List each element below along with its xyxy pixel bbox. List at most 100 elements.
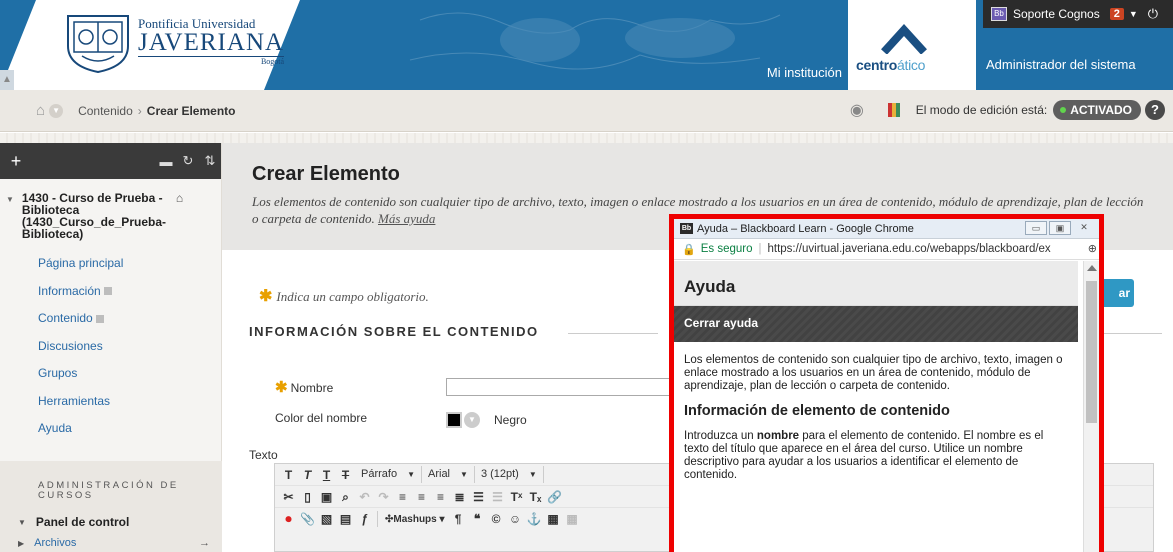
sidebar-item-discusiones[interactable]: Discusiones bbox=[0, 333, 221, 361]
home-icon[interactable]: ⌂ bbox=[36, 102, 45, 119]
chevron-down-icon[interactable]: ▼ bbox=[464, 412, 480, 428]
help-paragraph-2-pre: Introduzca un bbox=[684, 430, 757, 442]
formula-icon[interactable]: ƒ bbox=[355, 510, 374, 528]
lock-icon: 🔒 bbox=[682, 243, 696, 256]
sidebar-item-informacion[interactable]: Información bbox=[0, 278, 221, 306]
undo-icon[interactable]: ↶ bbox=[355, 488, 374, 506]
sidebar-item-pagina-principal[interactable]: Página principal bbox=[0, 250, 221, 278]
minimize-icon[interactable]: ▭ bbox=[1025, 221, 1047, 235]
quote-icon[interactable]: ❝ bbox=[468, 510, 487, 528]
redo-icon[interactable]: ↷ bbox=[374, 488, 393, 506]
section-title: INFORMACIÓN SOBRE EL CONTENIDO bbox=[249, 324, 539, 339]
size-select[interactable]: 3 (12pt) ▼ bbox=[475, 466, 544, 483]
underline-icon[interactable]: T bbox=[317, 466, 336, 484]
copyright-icon[interactable]: © bbox=[487, 510, 506, 528]
address-separator: | bbox=[758, 243, 762, 255]
refresh-icon[interactable]: ↻ bbox=[177, 153, 199, 169]
divider-strip bbox=[0, 133, 1173, 143]
more-help-link[interactable]: Más ayuda bbox=[378, 211, 435, 226]
eye-icon[interactable]: ◉ bbox=[850, 100, 864, 120]
user-name[interactable]: Soporte Cognos bbox=[1013, 7, 1100, 21]
notification-badge[interactable]: 2 bbox=[1109, 8, 1124, 20]
collapse-triangle-icon[interactable]: ▼ bbox=[6, 194, 14, 240]
bullet-list-icon[interactable]: ☰ bbox=[488, 488, 507, 506]
scrollbar-thumb[interactable] bbox=[1086, 281, 1097, 423]
emoticon-icon[interactable]: ☺ bbox=[506, 510, 525, 528]
address-bar[interactable]: 🔒 Es seguro | https://uvirtual.javeriana… bbox=[674, 239, 1099, 260]
required-star-icon: ✱ bbox=[275, 379, 288, 396]
sidebar-item-herramientas[interactable]: Herramientas bbox=[0, 388, 221, 416]
logout-icon[interactable]: ⏻ bbox=[1148, 6, 1158, 22]
find-icon[interactable]: ⌕ bbox=[336, 488, 355, 506]
cut-icon[interactable]: ✂ bbox=[279, 488, 298, 506]
align-center-icon[interactable]: ≡ bbox=[412, 488, 431, 506]
subscript-icon[interactable]: Tₓ bbox=[526, 488, 545, 506]
link-icon[interactable]: 🔗 bbox=[545, 488, 564, 506]
zoom-icon[interactable]: ⊕ bbox=[1087, 242, 1097, 255]
centro-light: ático bbox=[897, 57, 926, 73]
shield-icon bbox=[67, 15, 129, 74]
sidebar-item-grupos[interactable]: Grupos bbox=[0, 360, 221, 388]
justify-icon[interactable]: ≣ bbox=[450, 488, 469, 506]
edit-mode-label: El modo de edición está: bbox=[915, 103, 1048, 117]
close-icon[interactable]: ✕ bbox=[1073, 221, 1095, 235]
sidebar-item-contenido[interactable]: Contenido bbox=[0, 305, 221, 333]
required-star-icon: ✱ bbox=[259, 288, 273, 305]
banner-corner-tab[interactable]: ▲ bbox=[0, 70, 14, 90]
paragraph-mark-icon[interactable]: ¶ bbox=[449, 510, 468, 528]
table-props-icon[interactable]: ▦ bbox=[563, 510, 582, 528]
course-title[interactable]: ▼ 1430 - Curso de Prueba - Biblioteca (1… bbox=[6, 192, 221, 240]
bold-icon[interactable]: T bbox=[279, 466, 298, 484]
help-paragraph-2: Introduzca un nombre para el elemento de… bbox=[684, 430, 1064, 482]
chevron-down-icon[interactable]: ▼ bbox=[1129, 9, 1138, 19]
sidebar-toolbar: + ▬ ↻ ⇅ bbox=[0, 143, 221, 179]
color-swatch[interactable] bbox=[446, 412, 462, 428]
image-icon[interactable]: ▧ bbox=[317, 510, 336, 528]
add-menu-item-icon[interactable]: + bbox=[4, 151, 28, 172]
maximize-icon[interactable]: ▣ bbox=[1049, 221, 1071, 235]
help-popup-window: Bb Ayuda – Blackboard Learn - Google Chr… bbox=[669, 214, 1104, 552]
scroll-up-icon[interactable] bbox=[1087, 265, 1097, 271]
required-note-text: Indica un campo obligatorio. bbox=[276, 289, 429, 304]
name-label-text: Nombre bbox=[290, 381, 334, 395]
strikethrough-icon[interactable]: T bbox=[336, 466, 355, 484]
mashups-menu[interactable]: ✣Mashups ▾ bbox=[381, 514, 449, 525]
copy-icon[interactable]: ▯ bbox=[298, 488, 317, 506]
chevron-down-icon[interactable]: ▼ bbox=[49, 103, 64, 118]
tab-institution[interactable]: Mi institución bbox=[761, 56, 848, 90]
name-input[interactable] bbox=[446, 378, 676, 396]
close-help-button[interactable]: Cerrar ayuda bbox=[674, 306, 1078, 342]
paragraph-select[interactable]: Párrafo ▼ bbox=[355, 466, 422, 483]
control-panel-toggle[interactable]: ▼ Panel de control bbox=[18, 515, 222, 529]
submit-button[interactable]: ar bbox=[1102, 279, 1134, 307]
blackboard-icon: Bb bbox=[680, 223, 693, 234]
align-left-icon[interactable]: ≡ bbox=[393, 488, 412, 506]
font-select[interactable]: Arial ▼ bbox=[422, 466, 475, 483]
record-icon[interactable]: ⏺ bbox=[279, 510, 298, 528]
folder-view-icon[interactable]: ▬ bbox=[155, 154, 177, 169]
edit-mode-toggle[interactable]: ACTIVADO bbox=[1053, 100, 1141, 120]
sidebar-item-archivos[interactable]: ▶ Archivos → bbox=[18, 537, 222, 549]
align-right-icon[interactable]: ≡ bbox=[431, 488, 450, 506]
media-icon[interactable]: ▤ bbox=[336, 510, 355, 528]
table-icon[interactable]: ▦ bbox=[544, 510, 563, 528]
help-icon[interactable]: ? bbox=[1145, 100, 1165, 120]
attach-icon[interactable]: 📎 bbox=[298, 510, 317, 528]
logo-line-1: Pontificia Universidad bbox=[138, 15, 256, 31]
superscript-icon[interactable]: Tˣ bbox=[507, 488, 526, 506]
color-picker[interactable]: ▼ Negro bbox=[446, 412, 527, 428]
section-divider bbox=[568, 333, 658, 334]
reorder-icon[interactable]: ⇅ bbox=[199, 153, 221, 169]
paste-icon[interactable]: ▣ bbox=[317, 488, 336, 506]
anchor-icon[interactable]: ⚓ bbox=[525, 510, 544, 528]
size-select-value: 3 (12pt) bbox=[480, 468, 519, 480]
university-logo[interactable]: Pontificia Universidad JAVERIANA Bogotá bbox=[62, 8, 285, 74]
numbered-list-icon[interactable]: ☰ bbox=[469, 488, 488, 506]
theme-palette-icon[interactable] bbox=[887, 103, 900, 117]
help-scrollbar[interactable] bbox=[1083, 261, 1099, 552]
breadcrumb-item-contenido[interactable]: Contenido bbox=[78, 104, 133, 118]
italic-icon[interactable]: T bbox=[298, 466, 317, 484]
tab-admin[interactable]: Administrador del sistema bbox=[980, 54, 1173, 90]
centro-tab[interactable]: centroático bbox=[848, 0, 976, 90]
sidebar-item-ayuda[interactable]: Ayuda bbox=[0, 415, 221, 443]
